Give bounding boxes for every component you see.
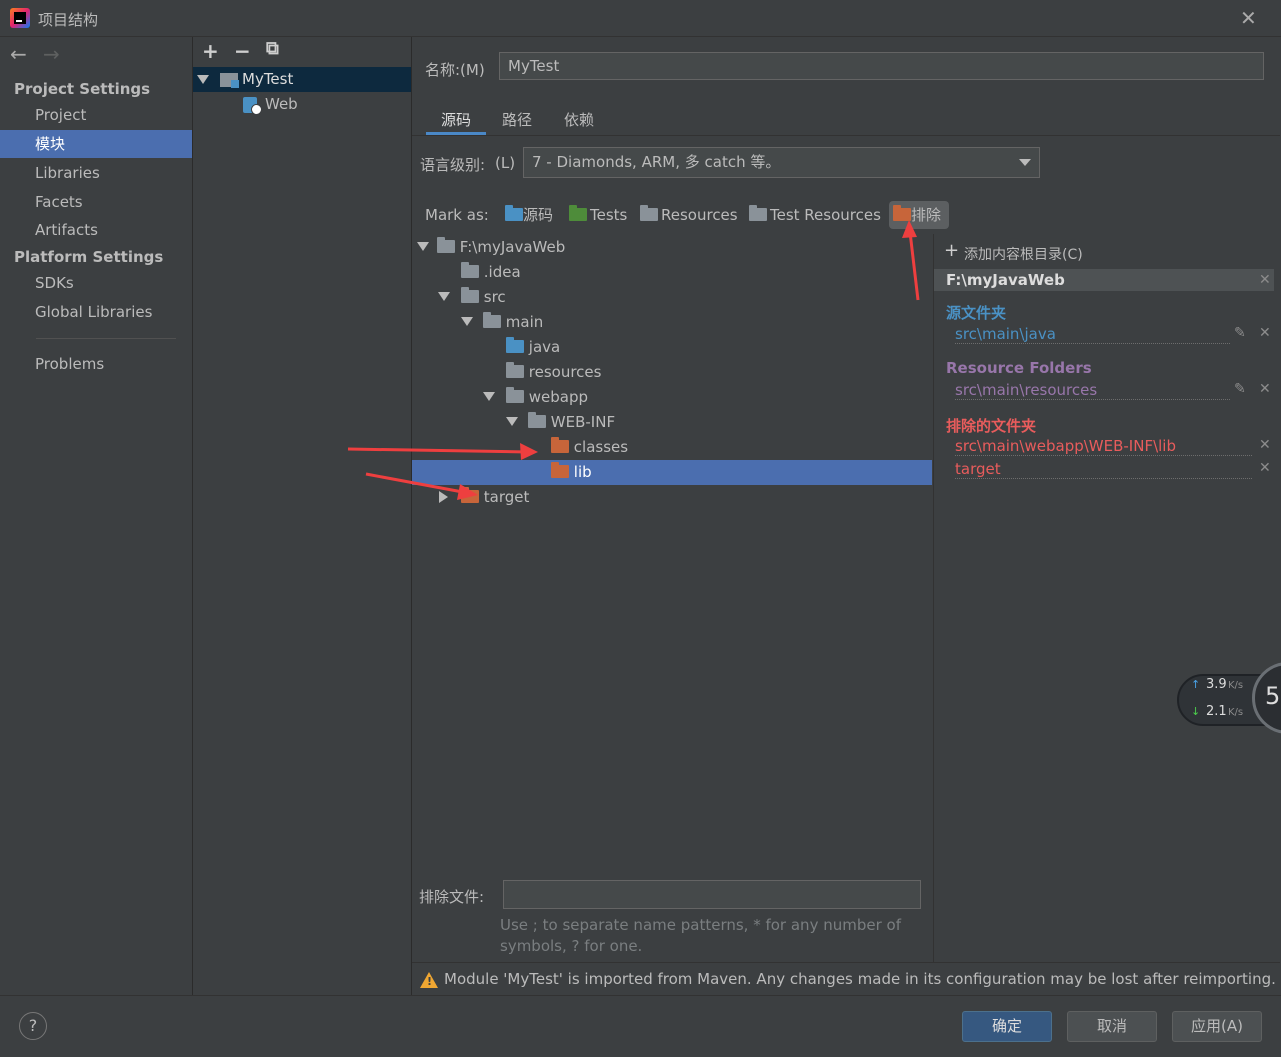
annotation-arrows [347, 220, 920, 500]
arrow-head-exclude [902, 220, 917, 238]
arrow-to-target [365, 472, 469, 495]
arrow-head-target [457, 484, 478, 500]
arrow-head-classes [520, 443, 538, 460]
arrow-to-classes [347, 447, 529, 454]
arrow-to-exclude-button [908, 231, 920, 301]
